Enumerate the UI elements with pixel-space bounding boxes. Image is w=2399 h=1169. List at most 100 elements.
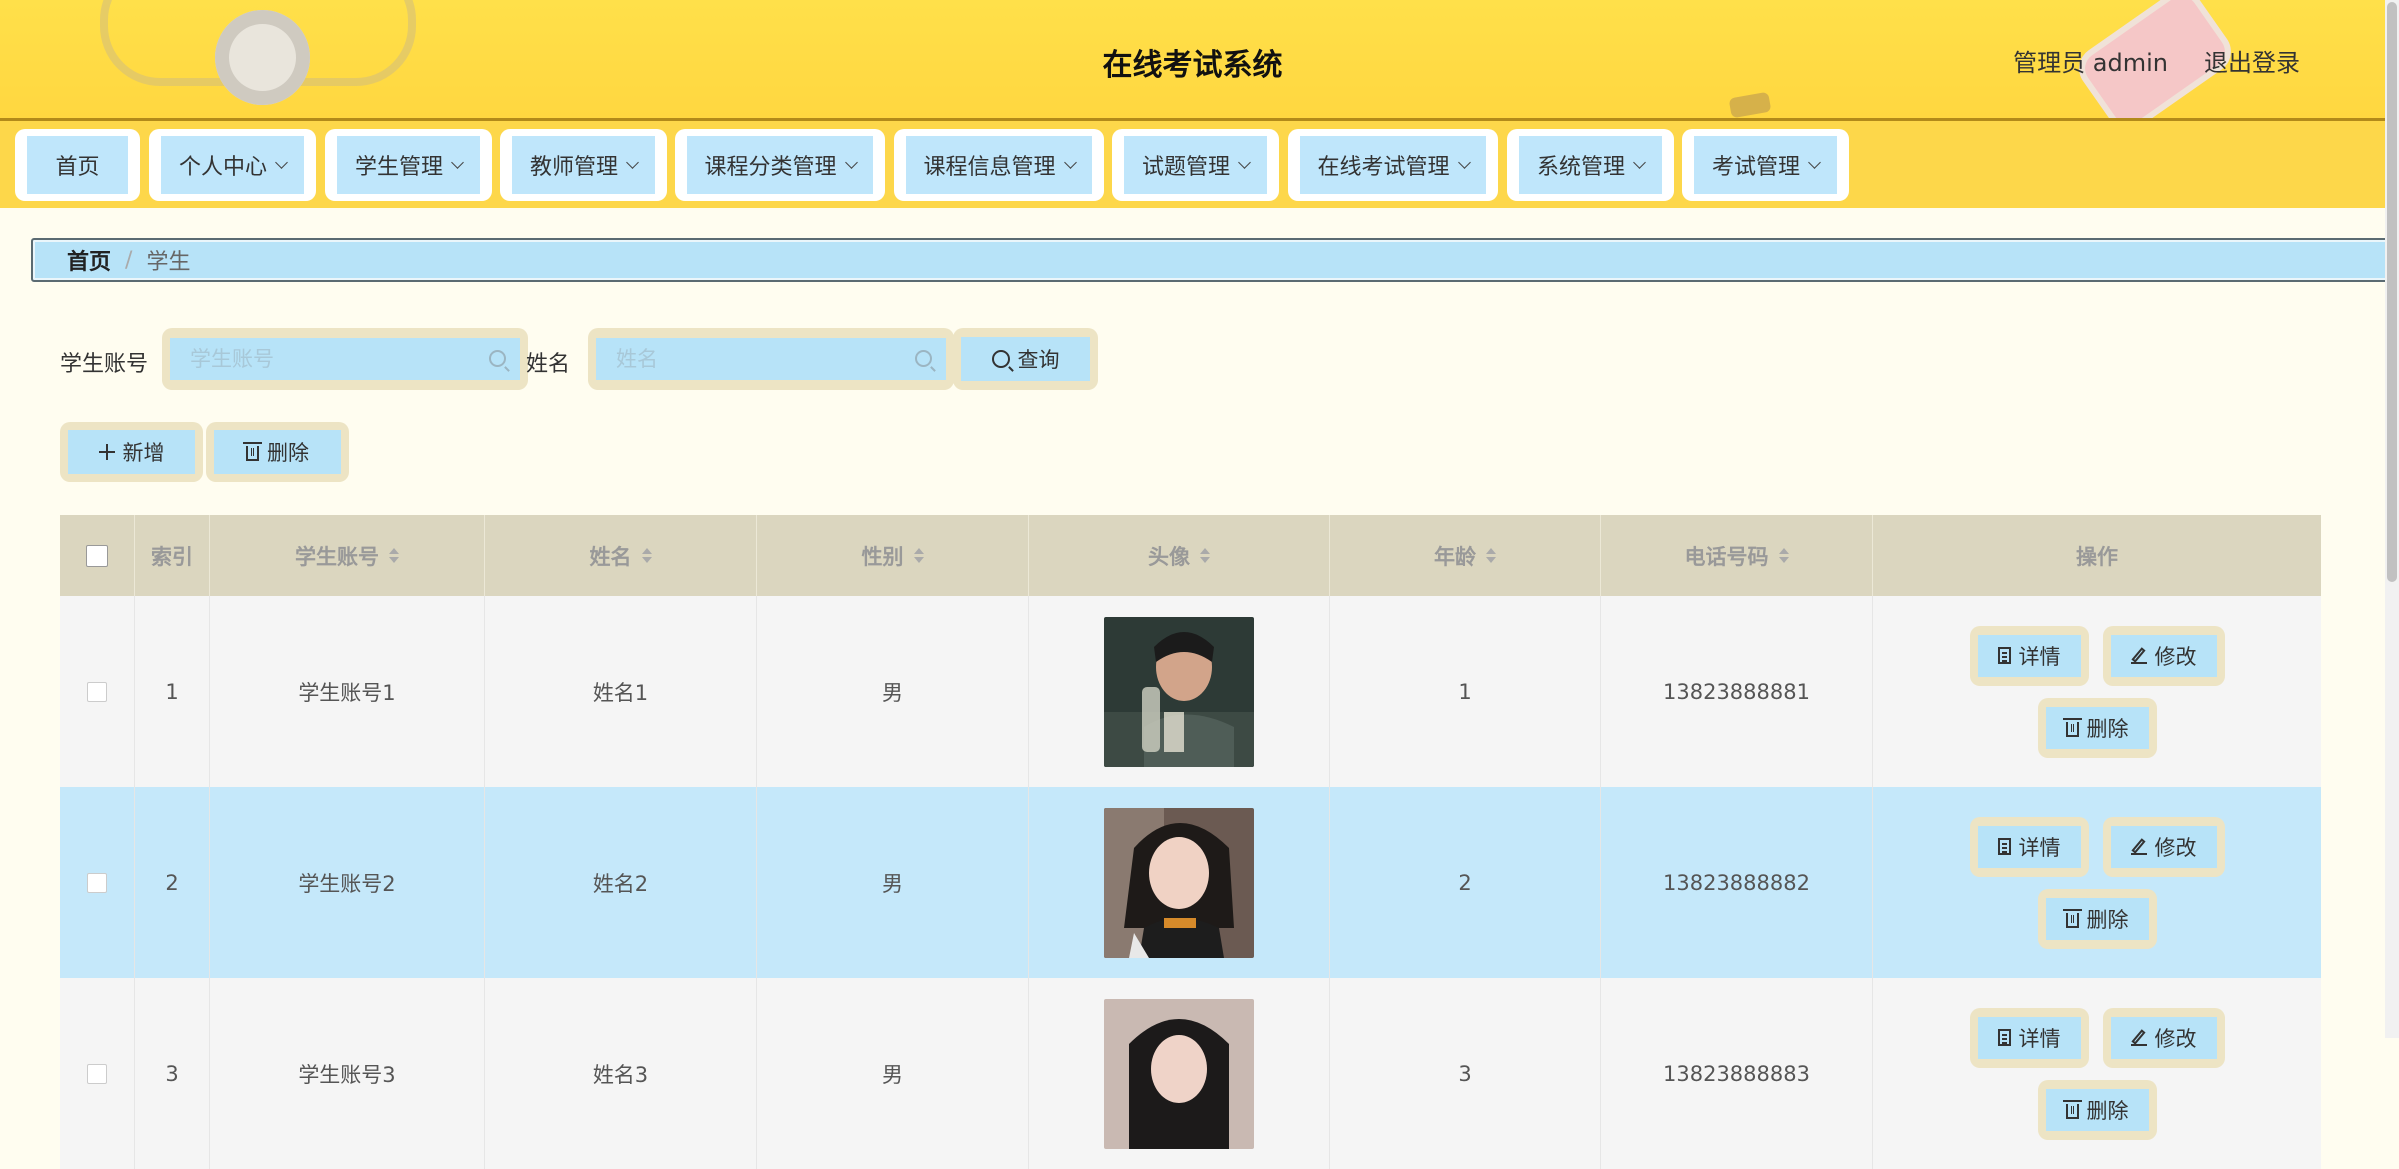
trash-icon (243, 442, 262, 461)
chevron-down-icon (1457, 155, 1471, 169)
page-scrollbar[interactable] (2385, 0, 2399, 1038)
col-name[interactable]: 姓名 (485, 515, 757, 596)
cell-name: 姓名3 (485, 978, 757, 1169)
col-account[interactable]: 学生账号 (210, 515, 485, 596)
cell-phone: 13823888883 (1601, 978, 1873, 1169)
detail-button[interactable]: 详情 (1977, 634, 2081, 677)
delete-button[interactable]: 删除 (2045, 706, 2149, 749)
cell-name: 姓名2 (485, 787, 757, 978)
nav-item-online-exam[interactable]: 在线考试管理 (1288, 129, 1498, 201)
sort-icon[interactable] (1200, 548, 1210, 563)
cell-account: 学生账号3 (210, 978, 485, 1169)
cell-gender: 男 (757, 596, 1029, 787)
select-all-cell (60, 515, 135, 596)
cell-phone: 13823888882 (1601, 787, 1873, 978)
breadcrumb: 首页 / 学生 (31, 238, 2389, 282)
account-search-label: 学生账号 (60, 352, 149, 377)
query-button[interactable]: 查询 (961, 337, 1090, 381)
nav-item-question-management[interactable]: 试题管理 (1112, 129, 1279, 201)
cell-avatar (1029, 596, 1330, 787)
nav-item-course-info[interactable]: 课程信息管理 (894, 129, 1104, 201)
cell-ops: 详情 修改 删除 (1873, 787, 2321, 978)
cell-index: 2 (135, 787, 210, 978)
row-select-cell (60, 978, 135, 1169)
query-button-label: 查询 (1017, 348, 1060, 372)
cell-index: 3 (135, 978, 210, 1169)
chevron-down-icon (1063, 155, 1077, 169)
table-row: 2 学生账号2 姓名2 男 2 13823888882 详情 修改 删除 (60, 787, 2321, 978)
select-all-checkbox[interactable] (86, 544, 108, 567)
nav-item-student-management[interactable]: 学生管理 (325, 129, 492, 201)
cell-age: 3 (1330, 978, 1601, 1169)
nav-item-teacher-management[interactable]: 教师管理 (500, 129, 667, 201)
detail-button-label: 详情 (2018, 644, 2061, 669)
nav-label: 课程信息管理 (923, 155, 1056, 180)
col-age[interactable]: 年龄 (1330, 515, 1601, 596)
document-icon (1997, 838, 2011, 855)
nav-item-course-category[interactable]: 课程分类管理 (675, 129, 885, 201)
col-avatar[interactable]: 头像 (1029, 515, 1330, 596)
sort-icon[interactable] (389, 548, 399, 563)
avatar-image[interactable] (1104, 998, 1254, 1149)
batch-delete-button-label: 删除 (267, 441, 309, 465)
edit-button[interactable]: 修改 (2110, 825, 2217, 868)
sort-icon[interactable] (641, 548, 652, 563)
chevron-down-icon (1633, 155, 1646, 169)
cell-avatar (1029, 978, 1330, 1169)
cell-age: 1 (1330, 596, 1601, 787)
batch-delete-button[interactable]: 删除 (214, 430, 341, 474)
col-gender[interactable]: 性别 (757, 515, 1029, 596)
table-header: 索引 学生账号 姓名 性别 头像 年龄 电话号码 操作 (60, 515, 2321, 596)
name-search-label: 姓名 (526, 352, 571, 377)
cell-ops: 详情 修改 删除 (1873, 596, 2321, 787)
delete-button[interactable]: 删除 (2045, 897, 2149, 940)
edit-button-label: 修改 (2154, 835, 2197, 860)
nav-item-home[interactable]: 首页 (15, 129, 140, 201)
col-phone[interactable]: 电话号码 (1601, 515, 1873, 596)
avatar-image[interactable] (1104, 616, 1254, 767)
breadcrumb-current: 学生 (146, 250, 191, 275)
cell-ops: 详情 修改 删除 (1873, 978, 2321, 1169)
cell-gender: 男 (757, 978, 1029, 1169)
add-button[interactable]: 新增 (68, 430, 195, 474)
col-phone-label: 电话号码 (1684, 544, 1769, 569)
cell-account: 学生账号2 (210, 787, 485, 978)
detail-button-label: 详情 (2018, 835, 2061, 860)
row-checkbox[interactable] (87, 872, 107, 893)
col-name-label: 姓名 (589, 544, 632, 569)
cell-phone: 13823888881 (1601, 596, 1873, 787)
sort-icon[interactable] (1778, 548, 1789, 563)
avatar-image[interactable] (1104, 807, 1254, 958)
nav-item-exam-management[interactable]: 考试管理 (1682, 129, 1849, 201)
row-checkbox[interactable] (87, 681, 107, 702)
account-search-input[interactable] (170, 338, 520, 380)
edit-button[interactable]: 修改 (2110, 634, 2217, 677)
current-user-label[interactable]: 管理员 admin (2013, 43, 2168, 78)
row-checkbox[interactable] (87, 1063, 107, 1084)
student-table: 索引 学生账号 姓名 性别 头像 年龄 电话号码 操作 1 学生账号1 姓名1 … (60, 515, 2321, 1169)
col-index-label: 索引 (151, 544, 193, 569)
logout-link[interactable]: 退出登录 (2204, 43, 2300, 78)
delete-button[interactable]: 删除 (2045, 1088, 2149, 1131)
breadcrumb-separator: / (125, 247, 133, 273)
name-search-field (588, 328, 954, 390)
nav-label: 课程分类管理 (704, 155, 837, 180)
sort-icon[interactable] (913, 548, 924, 563)
nav-item-system-management[interactable]: 系统管理 (1507, 129, 1674, 201)
detail-button[interactable]: 详情 (1977, 825, 2081, 868)
col-avatar-label: 头像 (1148, 544, 1190, 569)
col-ops: 操作 (1873, 515, 2321, 596)
row-select-cell (60, 787, 135, 978)
cell-index: 1 (135, 596, 210, 787)
name-search-input[interactable] (596, 338, 946, 380)
edit-button-label: 修改 (2154, 644, 2197, 669)
search-icon (991, 350, 1010, 368)
scrollbar-thumb[interactable] (2387, 2, 2397, 582)
nav-label: 首页 (55, 155, 100, 180)
breadcrumb-home[interactable]: 首页 (67, 244, 111, 276)
nav-item-personal-center[interactable]: 个人中心 (149, 129, 316, 201)
sort-icon[interactable] (1486, 548, 1496, 563)
nav-label: 学生管理 (354, 155, 443, 180)
trash-icon (2062, 717, 2082, 737)
cell-avatar (1029, 787, 1330, 978)
